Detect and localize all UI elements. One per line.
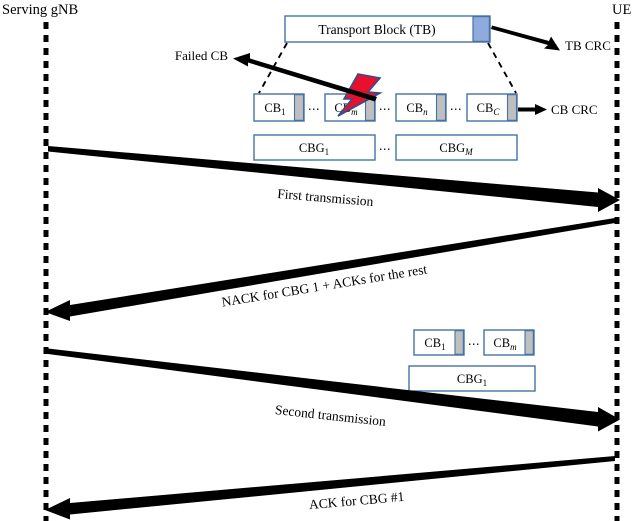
code-block-second-cb1: CB1 [413,329,465,356]
code-block-group-row-first: CBG1 ⋯ CBGM [253,134,518,161]
code-block-cbc-crc [506,94,518,121]
code-block-cb1: CB1 [253,93,305,122]
code-block-group-row-second: CBG1 [408,365,536,392]
cb-ellipsis-2: ⋯ [379,102,392,116]
code-block-group-cbgm: CBGM [395,134,518,161]
tb-to-cb-link-right [487,42,517,94]
actor-label-left: Serving gNB [2,2,78,18]
cb-crc-arrow [518,104,547,115]
actor-label-right: UE [612,2,631,18]
cb-second-ellipsis-1: ⋯ [468,337,481,351]
message-first-transmission-label: First transmission [277,186,375,209]
code-block-group-cbg1-label: CBG1 [299,141,329,157]
cb-crc-callout: CB CRC [518,102,598,117]
code-block-second-cb1-crc [454,330,464,355]
cbg-ellipsis-1: ⋯ [379,142,392,156]
transport-block-label: Transport Block (TB) [318,22,435,37]
code-block-cbn: CBn [395,93,447,122]
tb-crc-arrow [491,25,560,51]
tb-crc-callout: TB CRC [491,25,611,53]
message-second-transmission-label: Second transmission [274,402,387,429]
code-block-group-cbg1: CBG1 [253,134,376,161]
code-block-second-cbm: CBm [483,329,535,356]
message-nack-cbg1: NACK for CBG 1 + ACKs for the rest [45,218,615,321]
code-block-cb1-crc [293,94,305,121]
failed-cb-label: Failed CB [175,48,228,63]
message-ack-cbg1: ACK for CBG #1 [45,456,615,520]
code-block-cbn-crc [435,94,447,121]
code-block-second-cbm-crc [524,330,534,355]
sequence-diagram: Serving gNB UE Transport Block (TB) TB C… [0,0,640,521]
tb-crc-label: TB CRC [565,38,611,53]
cb-ellipsis-1: ⋯ [308,102,321,116]
message-ack-cbg1-label: ACK for CBG #1 [308,489,405,512]
code-block-group-second-cbg1: CBG1 [408,365,536,392]
code-block-row-first: CB1 ⋯ CBm ⋯ CBn ⋯ CBC [253,93,518,122]
transport-block: Transport Block (TB) [284,15,491,43]
code-block-row-second: CB1 ⋯ CBm [413,329,535,356]
message-nack-cbg1-arrow [45,218,615,321]
cb-crc-label: CB CRC [551,102,598,117]
cb-ellipsis-3: ⋯ [450,102,463,116]
code-block-group-second-cbg1-label: CBG1 [457,372,487,388]
code-block-cbc: CBC [466,93,518,122]
transport-block-crc-segment [472,16,490,42]
